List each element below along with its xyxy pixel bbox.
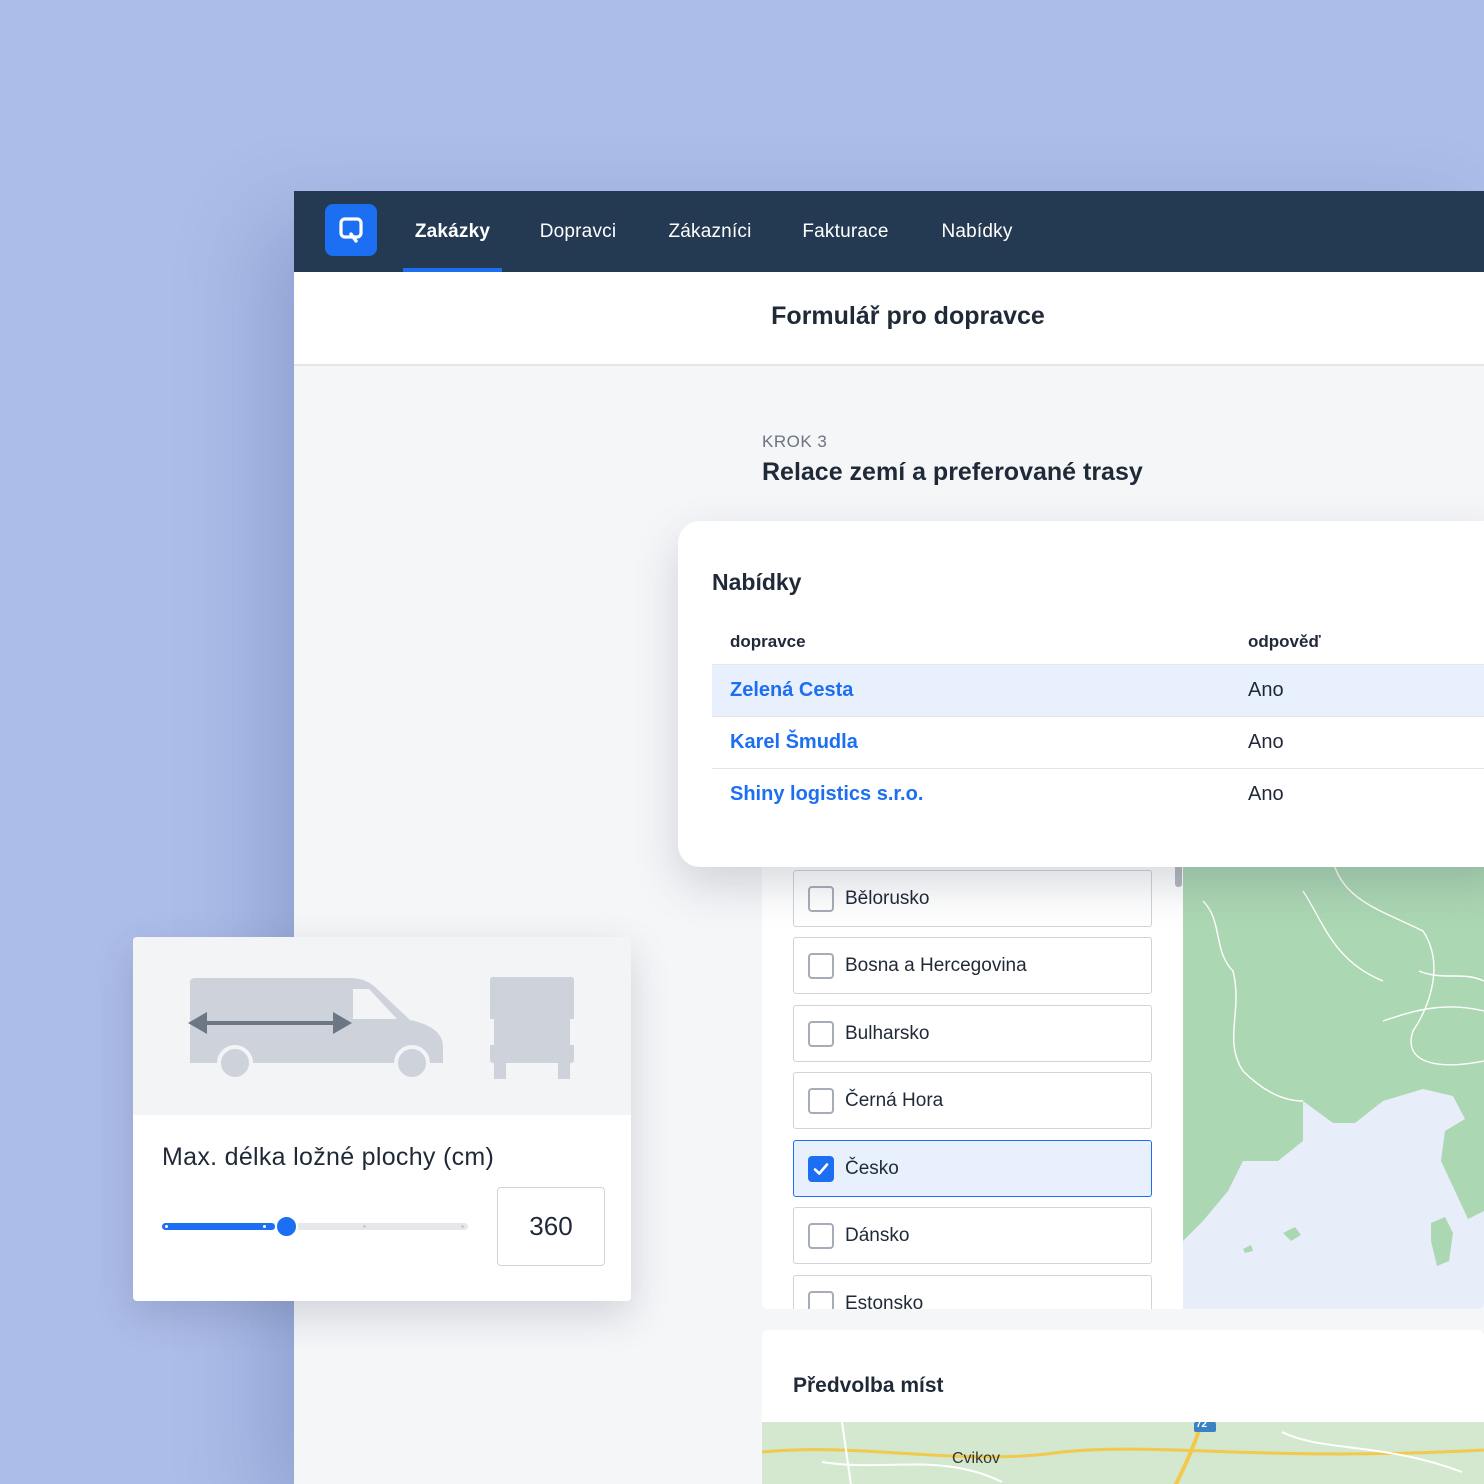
- step-title: Relace zemí a preferované trasy: [762, 458, 1143, 486]
- checkmark-icon: [813, 1163, 829, 1175]
- table-row[interactable]: Karel Šmudla Ano: [712, 716, 1484, 768]
- country-option-bosna[interactable]: Bosna a Hercegovina: [793, 937, 1152, 994]
- app-logo[interactable]: [325, 204, 377, 256]
- countries-card: Bělorusko Bosna a Hercegovina Bulharsko …: [762, 861, 1484, 1309]
- country-label: Estonsko: [845, 1293, 924, 1309]
- carrier-link[interactable]: Karel Šmudla: [730, 731, 858, 754]
- top-navbar: Zakázky Dopravci Zákazníci Fakturace Nab…: [294, 191, 1484, 272]
- europe-map-shapes: [1183, 861, 1484, 1266]
- country-label: Bulharsko: [845, 1023, 930, 1044]
- van-side-icon: [188, 978, 443, 1081]
- country-label: Česko: [845, 1158, 899, 1179]
- offers-title: Nabídky: [712, 569, 802, 595]
- country-label: Bosna a Hercegovina: [845, 955, 1027, 976]
- checkbox[interactable]: [808, 1021, 834, 1047]
- answer-cell: Ano: [1248, 783, 1284, 805]
- country-option-dansko[interactable]: Dánsko: [793, 1207, 1152, 1264]
- nav-item-fakturace[interactable]: Fakturace: [794, 191, 897, 272]
- slider-tick: [363, 1225, 366, 1228]
- length-label: Max. délka ložné plochy (cm): [162, 1143, 495, 1171]
- length-value-input[interactable]: 360: [497, 1187, 605, 1266]
- length-slider[interactable]: [162, 1215, 468, 1238]
- preset-card: Předvolba míst 72 Cvikov: [762, 1330, 1484, 1484]
- column-header-odpoved[interactable]: odpověď: [1248, 632, 1321, 652]
- country-option-estonsko[interactable]: Estonsko: [793, 1275, 1152, 1309]
- van-back-icon: [488, 977, 576, 1079]
- europe-map[interactable]: [1183, 861, 1484, 1309]
- nav-item-dopravci[interactable]: Dopravci: [530, 191, 626, 272]
- nav-item-nabidky[interactable]: Nabídky: [931, 191, 1023, 272]
- carrier-link[interactable]: Zelená Cesta: [730, 679, 853, 702]
- slider-tick: [263, 1225, 266, 1228]
- page-title: Formulář pro dopravce: [771, 302, 1045, 330]
- step-label: KROK 3: [762, 432, 828, 451]
- slider-tick: [461, 1225, 464, 1228]
- offers-card: Nabídky dopravce odpověď Zelená Cesta An…: [678, 521, 1484, 867]
- country-option-cerna-hora[interactable]: Černá Hora: [793, 1072, 1152, 1129]
- nav-item-zakazky[interactable]: Zakázky: [403, 191, 502, 272]
- preset-map-roads: [762, 1421, 1484, 1484]
- answer-cell: Ano: [1248, 679, 1284, 701]
- van-length-card: Max. délka ložné plochy (cm) 360: [133, 937, 631, 1301]
- column-header-dopravce[interactable]: dopravce: [730, 632, 806, 652]
- checkbox[interactable]: [808, 1223, 834, 1249]
- country-label: Dánsko: [845, 1225, 910, 1246]
- page-header: Formulář pro dopravce: [294, 272, 1484, 366]
- slider-handle[interactable]: [275, 1215, 299, 1238]
- table-row[interactable]: Zelená Cesta Ano: [712, 664, 1484, 716]
- map-badge: 72: [1196, 1419, 1208, 1430]
- van-illustration: [133, 937, 631, 1115]
- map-city-label: Cvikov: [952, 1450, 1001, 1467]
- country-label: Bělorusko: [845, 888, 930, 909]
- country-option-cesko[interactable]: Česko: [793, 1140, 1152, 1197]
- checkbox[interactable]: [808, 886, 834, 912]
- carrier-link[interactable]: Shiny logistics s.r.o.: [730, 783, 923, 806]
- country-option-bulharsko[interactable]: Bulharsko: [793, 1005, 1152, 1062]
- answer-cell: Ano: [1248, 731, 1284, 753]
- preset-title: Předvolba míst: [793, 1374, 944, 1397]
- nav-item-zakaznici[interactable]: Zákazníci: [658, 191, 762, 272]
- preset-map[interactable]: 72 Cvikov: [762, 1419, 1484, 1484]
- country-label: Černá Hora: [845, 1090, 944, 1111]
- checkbox[interactable]: [808, 953, 834, 979]
- checkbox-checked[interactable]: [808, 1156, 834, 1182]
- country-option-belorusko[interactable]: Bělorusko: [793, 870, 1152, 927]
- checkbox[interactable]: [808, 1291, 834, 1309]
- q-logo-icon: [339, 217, 363, 243]
- table-row[interactable]: Shiny logistics s.r.o. Ano: [712, 768, 1484, 820]
- slider-fill: [162, 1223, 276, 1230]
- checkbox[interactable]: [808, 1088, 834, 1114]
- slider-tick: [165, 1225, 168, 1228]
